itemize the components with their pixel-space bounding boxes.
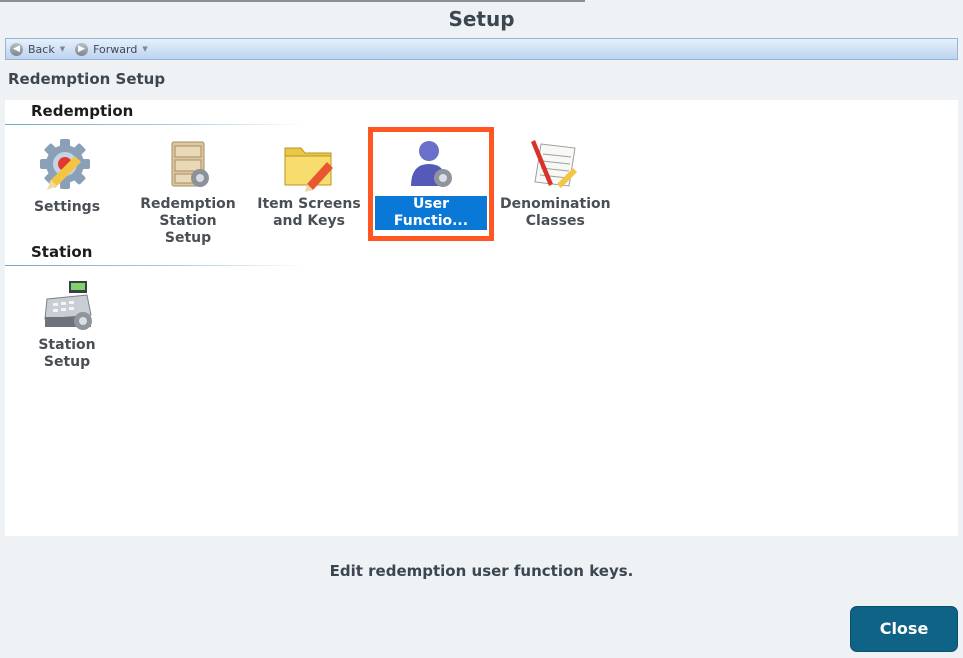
cash-register-gear-icon bbox=[44, 281, 92, 330]
folder-pencil-icon bbox=[284, 147, 333, 192]
breadcrumb: Redemption Setup bbox=[8, 70, 166, 88]
navigation-bar: ◀ Back ▼ ▶ Forward ▼ bbox=[5, 38, 958, 60]
back-button[interactable]: ◀ Back ▼ bbox=[10, 42, 65, 56]
tile-item-screens-and-keys[interactable]: Item Screens and Keys bbox=[253, 138, 365, 230]
tile-label: Item Screens and Keys bbox=[257, 196, 361, 229]
tile-station-setup[interactable]: Station Setup bbox=[11, 279, 123, 371]
selection-highlight-box bbox=[368, 127, 494, 241]
tile-label: Station Setup bbox=[38, 337, 96, 370]
section-divider bbox=[5, 124, 305, 125]
tile-denomination-classes[interactable]: Denomination Classes bbox=[497, 138, 611, 230]
back-arrow-icon: ◀ bbox=[10, 42, 23, 56]
forward-label: Forward bbox=[93, 42, 138, 56]
status-description: Edit redemption user function keys. bbox=[329, 562, 634, 580]
paper-pencil-icon bbox=[531, 140, 577, 188]
top-border bbox=[0, 0, 585, 2]
section-title-station: Station bbox=[31, 243, 93, 261]
tile-label: Redemption Station Setup bbox=[140, 196, 236, 246]
settings-gear-icon bbox=[40, 139, 90, 190]
tile-label: Settings bbox=[33, 199, 101, 215]
close-button[interactable]: Close bbox=[850, 606, 958, 652]
section-title-redemption: Redemption bbox=[31, 102, 134, 120]
cabinet-gear-icon bbox=[171, 141, 209, 187]
forward-button[interactable]: ▶ Forward ▼ bbox=[75, 42, 148, 56]
tile-redemption-station-setup[interactable]: Redemption Station Setup bbox=[132, 138, 244, 247]
back-dropdown-icon[interactable]: ▼ bbox=[60, 45, 65, 53]
forward-dropdown-icon[interactable]: ▼ bbox=[142, 45, 147, 53]
tile-label: Denomination Classes bbox=[500, 196, 611, 229]
forward-arrow-icon: ▶ bbox=[75, 42, 89, 56]
section-divider bbox=[5, 265, 305, 266]
back-label: Back bbox=[28, 42, 55, 56]
window-title: Setup bbox=[448, 7, 515, 31]
tile-settings[interactable]: Settings bbox=[11, 138, 123, 216]
